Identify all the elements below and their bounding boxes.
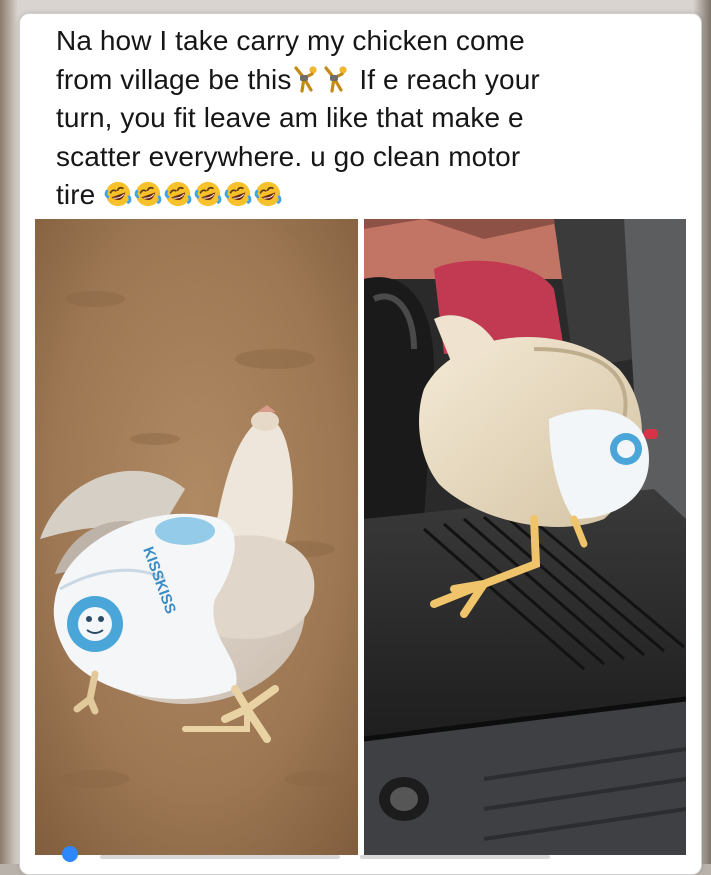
caption-line-3: turn, you fit leave am like that make e — [56, 102, 524, 133]
photo-chicken-on-ground[interactable]: KISSKISS — [35, 219, 358, 855]
reaction-icon[interactable] — [62, 846, 78, 862]
rolling-on-floor-laughing-icon — [194, 181, 222, 207]
footer-text-placeholder — [360, 855, 550, 859]
caption-line-2a: from village be this — [56, 63, 292, 95]
chicken-on-ground-image: KISSKISS — [35, 219, 358, 855]
post-footer — [20, 857, 701, 874]
man-cartwheeling-icon — [294, 65, 318, 93]
footer-text-placeholder — [100, 855, 340, 859]
caption-line-2b: If e reach your — [351, 63, 540, 95]
laughing-emoji-row — [103, 179, 283, 210]
chicken-in-trunk-image — [364, 219, 686, 855]
caption-line-1: Na how I take carry my chicken come — [56, 25, 525, 56]
caption-line-5: tire — [56, 179, 96, 210]
photo-chicken-in-car-trunk[interactable] — [364, 219, 686, 855]
rolling-on-floor-laughing-icon — [254, 181, 282, 207]
rolling-on-floor-laughing-icon — [104, 181, 132, 207]
rolling-on-floor-laughing-icon — [134, 181, 162, 207]
rolling-on-floor-laughing-icon — [224, 181, 252, 207]
post-caption: Na how I take carry my chicken come from… — [56, 22, 656, 215]
rolling-on-floor-laughing-icon — [164, 181, 192, 207]
caption-line-4: scatter everywhere. u go clean motor — [56, 140, 521, 172]
post-card: Na how I take carry my chicken come from… — [19, 13, 702, 875]
man-cartwheeling-icon — [324, 65, 348, 93]
